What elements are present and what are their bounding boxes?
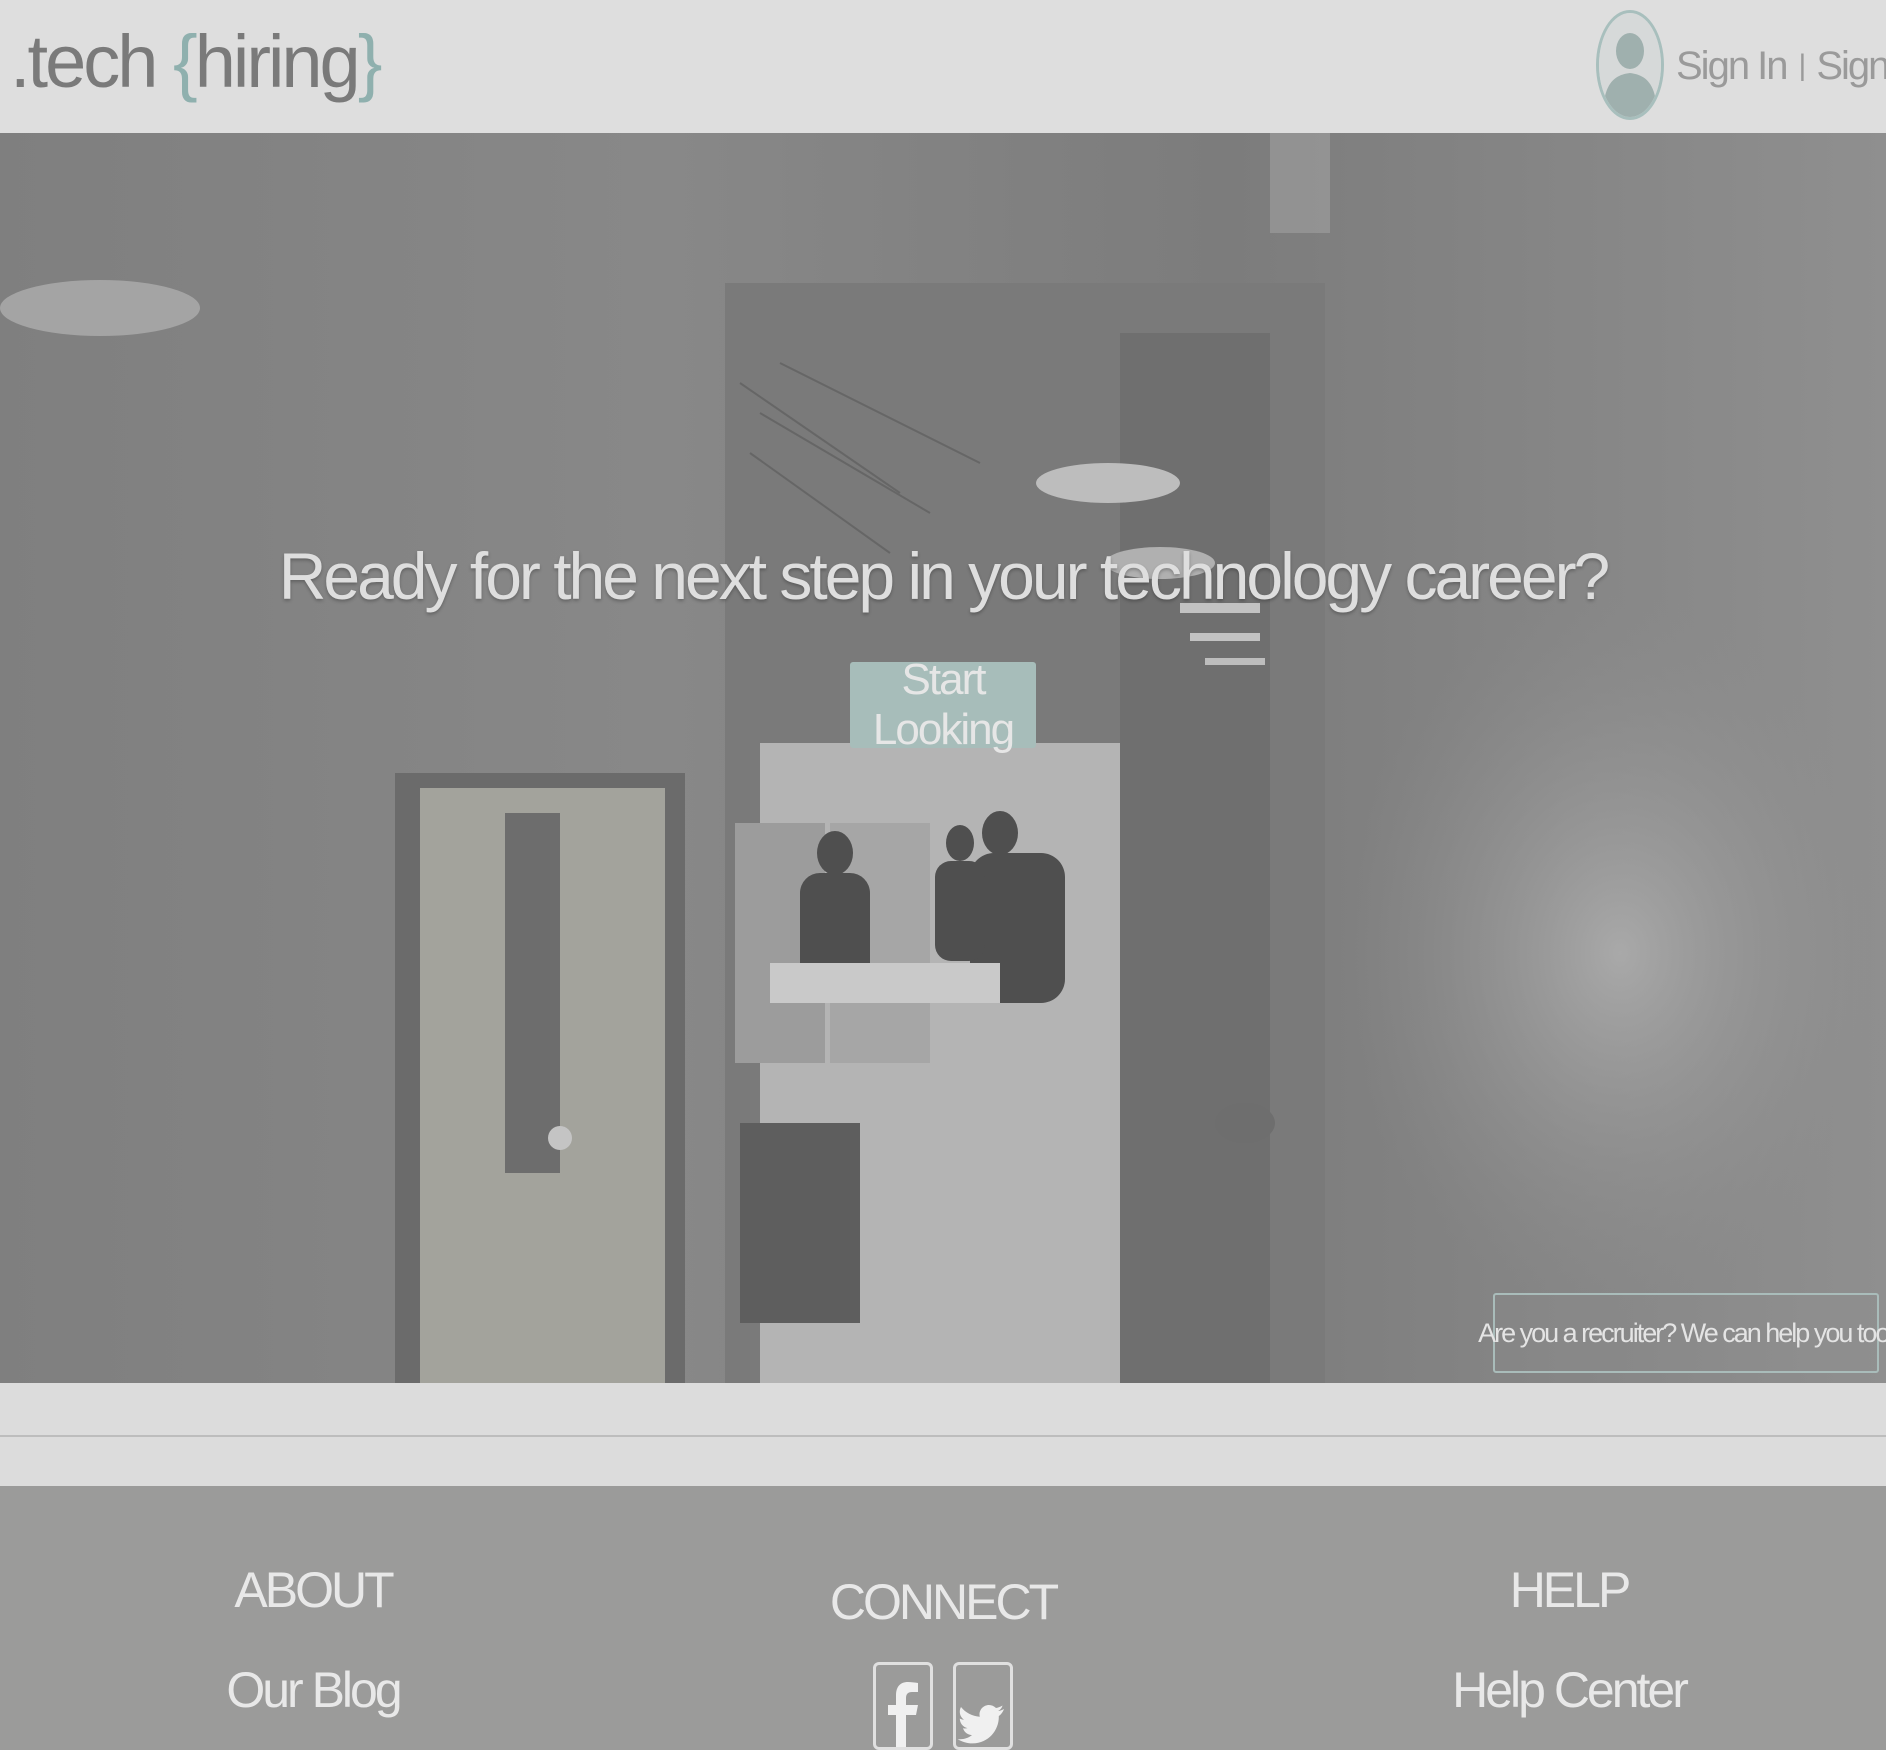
footer-connect-heading: CONNECT: [829, 1574, 1059, 1630]
site-footer: ABOUT Our Blog CONNECT HELP Help Center: [0, 1486, 1886, 1750]
sign-up-link[interactable]: Sign Up: [1816, 44, 1886, 89]
logo-prefix: .tech: [10, 20, 173, 103]
footer-connect-column: CONNECT: [743, 1572, 1143, 1750]
divider-line: [0, 1435, 1886, 1437]
recruiter-link[interactable]: Are you a recruiter? We can help you too…: [1478, 1293, 1886, 1373]
divider-band: [0, 1383, 1886, 1486]
hero-title: Ready for the next step in your technolo…: [278, 539, 1611, 613]
auth-separator: |: [1798, 49, 1807, 82]
footer-about-column: ABOUT Our Blog: [113, 1560, 513, 1720]
facebook-icon[interactable]: [873, 1662, 933, 1750]
start-looking-button[interactable]: Start Looking: [850, 655, 1036, 754]
social-links: [743, 1662, 1143, 1750]
auth-links: Sign In | Sign Up: [1676, 36, 1886, 96]
hero-background-photo: [0, 133, 1886, 1383]
site-header: .tech {hiring} Sign In | Sign Up: [0, 0, 1886, 133]
user-avatar-icon[interactable]: [1596, 10, 1664, 120]
help-center-link[interactable]: Help Center: [1452, 1660, 1689, 1720]
sign-in-link[interactable]: Sign In: [1676, 44, 1789, 89]
logo-brace-close: }: [357, 20, 383, 103]
our-blog-link[interactable]: Our Blog: [226, 1660, 402, 1720]
footer-about-heading: ABOUT: [234, 1562, 394, 1618]
footer-help-column: HELP Help Center: [1369, 1560, 1769, 1720]
logo-brace-open: {: [173, 20, 198, 103]
logo-word: hiring: [194, 20, 361, 103]
site-logo[interactable]: .tech {hiring}: [10, 14, 383, 110]
twitter-icon[interactable]: [953, 1662, 1013, 1750]
hero-section: Ready for the next step in your technolo…: [0, 133, 1886, 1383]
footer-help-heading: HELP: [1509, 1562, 1632, 1618]
